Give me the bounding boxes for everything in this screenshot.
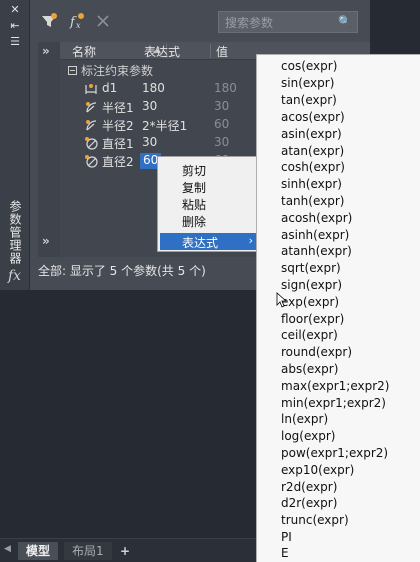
function-item[interactable]: abs(expr) [281,361,338,378]
menu-item-delete[interactable]: 删除 [182,213,206,229]
expression-submenu: cos(expr) sin(expr) tan(expr) acos(expr)… [256,54,420,562]
function-item[interactable]: cosh(expr) [281,159,345,176]
search-icon[interactable]: 🔍 [338,15,352,28]
column-header-name[interactable]: 名称 [72,43,96,60]
palette-title-strip: ✕ ⇤ ☰ 参数管理器 fx [0,0,30,290]
menu-item-expression-label: 表达式 [182,236,219,250]
expand-filter-tree-icon[interactable]: » [42,44,50,58]
search-placeholder: 搜索参数 [225,16,274,30]
function-item[interactable]: acosh(expr) [281,210,352,227]
delete-icon[interactable] [94,12,112,30]
group-row-dimensional[interactable]: 标注约束参数 [68,62,153,80]
expand-filter-tree-bottom-icon[interactable]: » [42,234,50,248]
group-label: 标注约束参数 [81,64,154,78]
menu-item-expression[interactable]: 表达式 › [160,233,257,250]
function-item[interactable]: tanh(expr) [281,193,344,210]
function-item[interactable]: asin(expr) [281,126,342,143]
tab-model[interactable]: 模型 [18,542,59,560]
function-item[interactable]: pow(expr1;expr2) [281,445,388,462]
function-item[interactable]: tan(expr) [281,92,337,109]
status-text: 全部: 显示了 5 个参数(共 5 个) [38,264,206,278]
function-item[interactable]: r2d(expr) [281,479,337,496]
function-item[interactable]: round(expr) [281,344,352,361]
svg-text:x: x [76,21,81,30]
function-item[interactable]: sqrt(expr) [281,260,341,277]
param-expression[interactable]: 30 [142,135,157,149]
param-value: 180 [214,81,237,95]
context-menu: 剪切 复制 粘贴 删除 表达式 › [157,156,260,252]
function-item[interactable]: atanh(expr) [281,243,352,260]
function-item[interactable]: sign(expr) [281,277,342,294]
close-icon[interactable]: ✕ [9,4,21,16]
diameter-dimension-icon [85,137,98,150]
function-item[interactable]: ln(expr) [281,411,328,428]
param-expression[interactable]: 30 [142,99,157,113]
filter-icon[interactable] [40,12,58,30]
filter-tree-collapsed: » » [38,42,60,257]
param-expression[interactable]: 180 [142,81,165,95]
function-item[interactable]: atan(expr) [281,143,344,160]
function-item[interactable]: E [281,545,289,562]
radius-dimension-icon [86,120,97,131]
auto-hide-icon[interactable]: ⇤ [9,20,21,32]
function-item[interactable]: log(expr) [281,428,335,445]
menu-item-copy[interactable]: 复制 [182,179,206,195]
tab-layout1[interactable]: 布局1 [64,542,112,560]
function-item[interactable]: d2r(expr) [281,495,337,512]
column-header-expression[interactable]: 表达式 [144,43,180,60]
function-item[interactable]: floor(expr) [281,311,344,328]
menu-item-paste[interactable]: 粘贴 [182,196,206,212]
search-input[interactable]: 搜索参数 🔍 [218,11,358,33]
fx-add-icon[interactable]: f x [68,12,86,30]
function-item[interactable]: trunc(expr) [281,512,349,529]
tab-nav-icon[interactable]: ◀ [4,544,11,554]
function-item[interactable]: max(expr1;expr2) [281,378,389,395]
function-item[interactable]: exp(expr) [281,294,339,311]
param-name: 直径2 [102,155,134,169]
param-name: 直径1 [102,137,134,151]
function-item[interactable]: cos(expr) [281,58,337,75]
function-item[interactable]: asinh(expr) [281,227,349,244]
function-item[interactable]: PI [281,529,292,546]
function-item[interactable]: sinh(expr) [281,176,342,193]
function-item[interactable]: ceil(expr) [281,327,338,344]
mouse-cursor-icon [276,292,286,308]
diameter-dimension-icon [85,155,98,168]
column-header-value[interactable]: 值 [216,43,228,60]
function-item[interactable]: sin(expr) [281,75,334,92]
param-name: 半径2 [102,119,134,133]
linear-dimension-icon [85,84,97,94]
param-value: 30 [214,99,230,113]
palette-toolbar: f x 搜索参数 🔍 [30,0,370,40]
properties-icon[interactable]: ☰ [9,36,21,48]
param-expression[interactable]: 2*半径1 [142,117,187,134]
param-value: 60 [214,117,230,131]
menu-item-cut[interactable]: 剪切 [182,162,206,178]
column-divider[interactable] [210,44,211,58]
collapse-icon[interactable] [68,66,77,75]
radius-dimension-icon [86,102,97,113]
param-name: d1 [102,81,118,95]
fx-icon: fx [8,268,22,284]
palette-title: 参数管理器 [8,200,22,265]
add-layout-button[interactable]: + [116,542,134,560]
layout-tab-bar: ◀ 模型 布局1 + [0,538,256,562]
param-name: 半径1 [102,101,134,115]
chevron-right-icon: › [248,234,253,247]
function-item[interactable]: exp10(expr) [281,462,354,479]
param-value: 30 [214,135,230,149]
function-item[interactable]: acos(expr) [281,109,345,126]
function-item[interactable]: min(expr1;expr2) [281,395,386,412]
